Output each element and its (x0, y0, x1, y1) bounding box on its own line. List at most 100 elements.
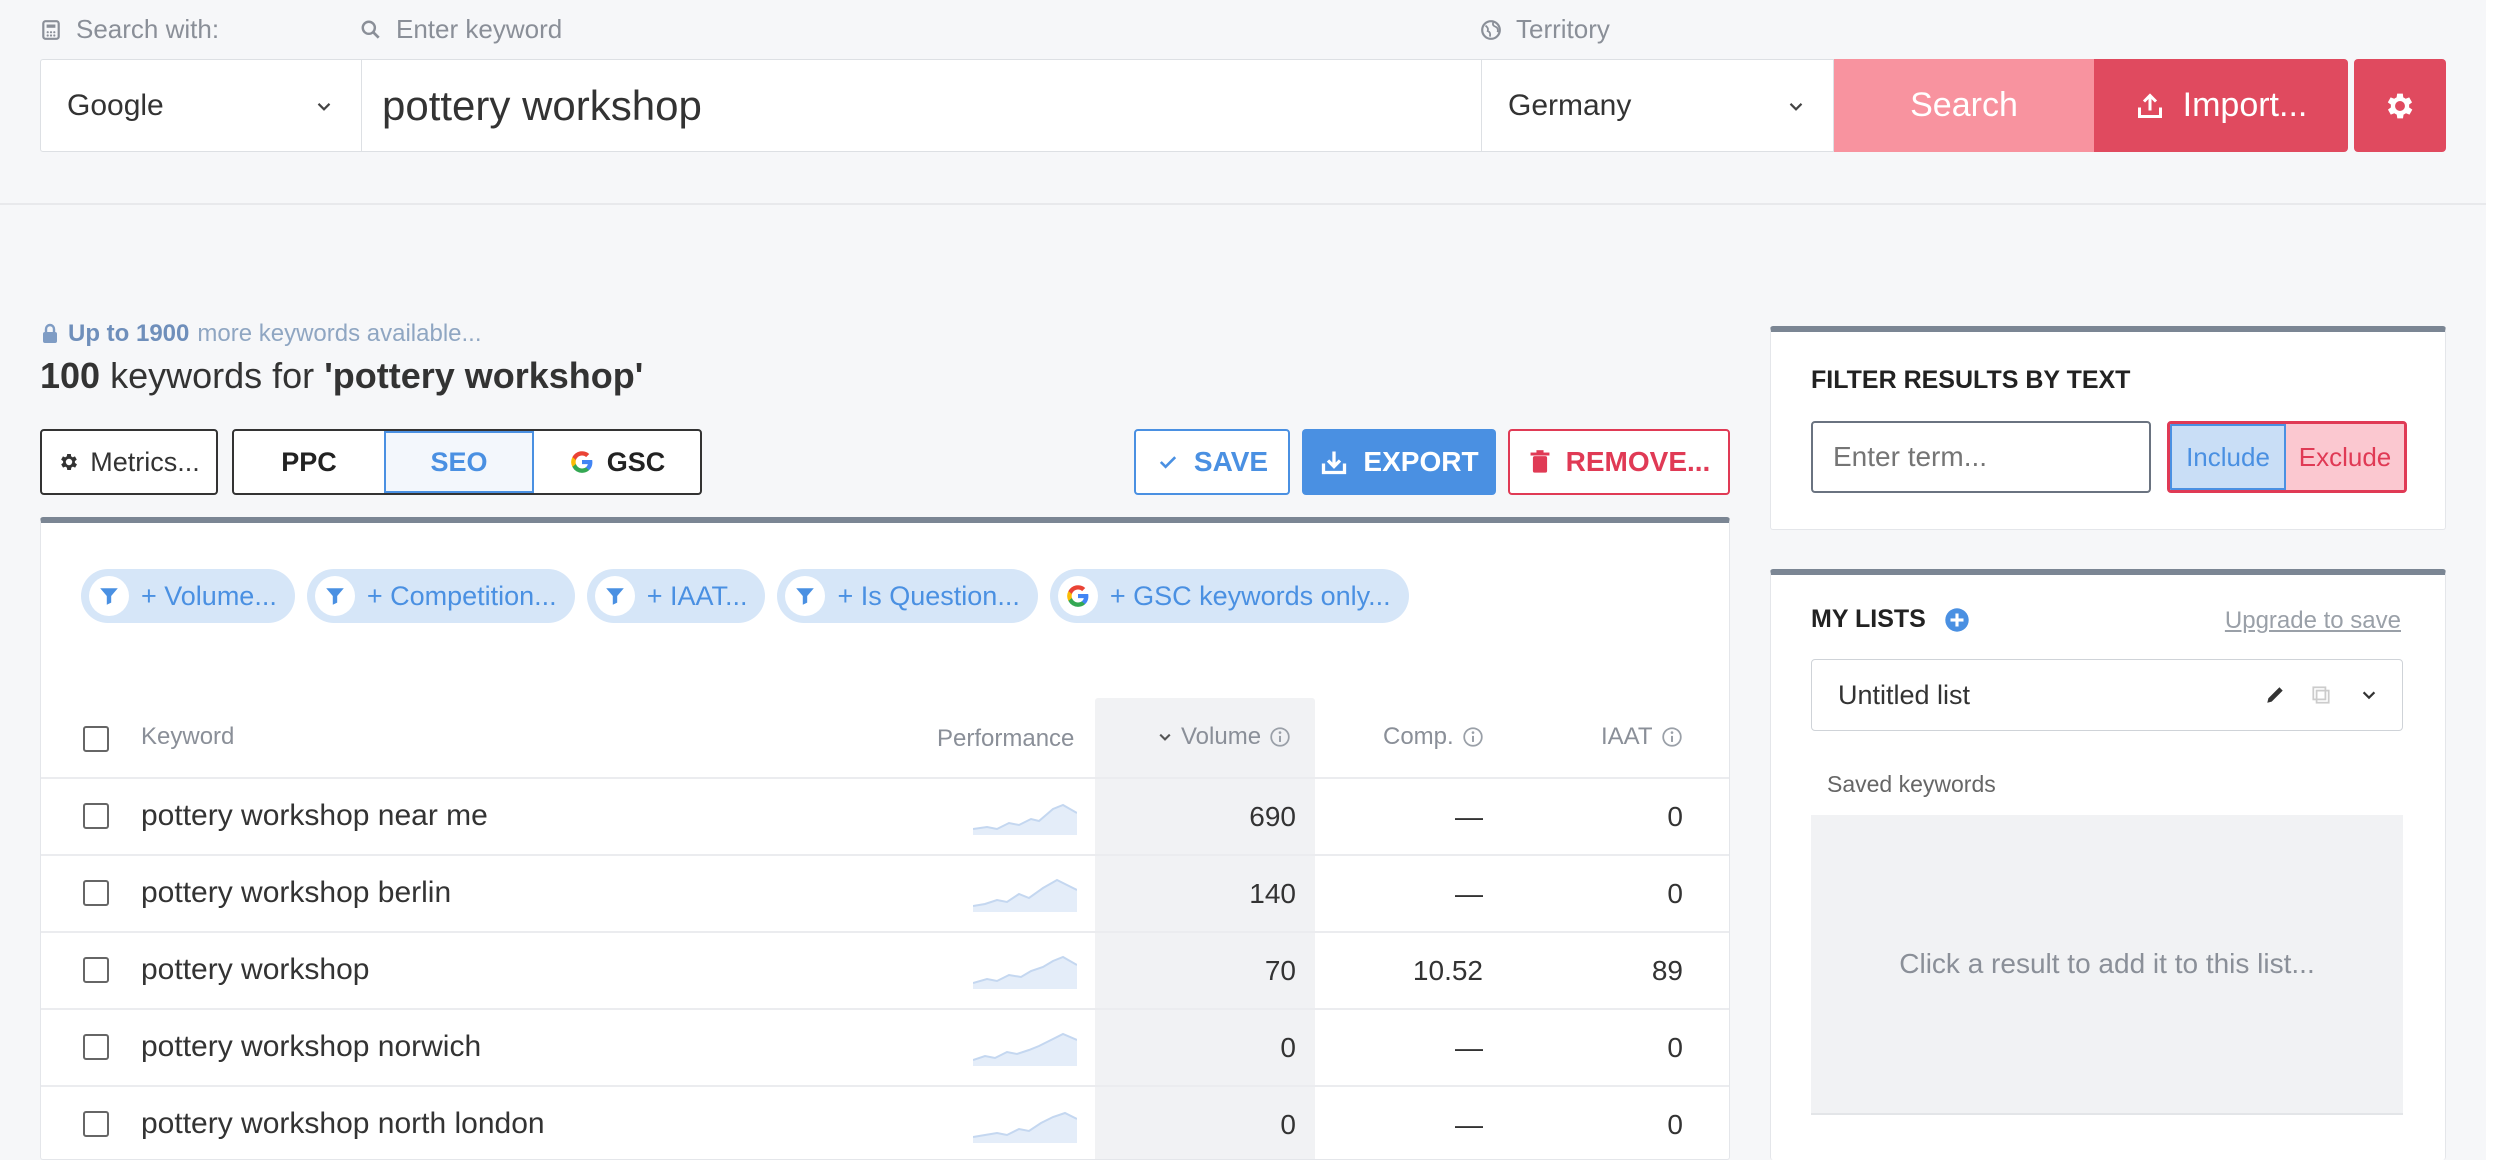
engine-select[interactable]: Google (40, 59, 362, 152)
iaat-cell: 0 (1667, 878, 1683, 909)
exclude-toggle[interactable]: Exclude (2286, 424, 2404, 490)
google-icon (570, 451, 593, 473)
keyword-cell: pottery workshop near me (141, 799, 488, 832)
filter-chips: + Volume... + Competition... + IAAT... +… (81, 569, 1409, 623)
metric-tabs: PPC SEO GSC (232, 429, 702, 495)
filter-term-input[interactable] (1811, 421, 2151, 493)
filter-icon (314, 576, 355, 616)
comp-column-header[interactable]: Comp. (1383, 723, 1484, 751)
row-checkbox[interactable] (83, 957, 109, 983)
info-icon[interactable] (1269, 726, 1291, 748)
filter-icon (785, 576, 826, 616)
search-toolbar: Search with: Enter keyword Territory Goo… (0, 0, 2486, 205)
info-icon[interactable] (1661, 726, 1683, 748)
row-checkbox[interactable] (83, 1111, 109, 1137)
chevron-down-icon[interactable] (2360, 686, 2378, 704)
volume-cell: 0 (1280, 1032, 1296, 1063)
territory-select[interactable]: Germany (1482, 59, 1834, 152)
keyword-cell: pottery workshop (141, 953, 370, 986)
pencil-icon[interactable] (2264, 684, 2286, 706)
add-list-icon[interactable] (1944, 607, 1970, 633)
save-button[interactable]: SAVE (1134, 429, 1290, 495)
lock-icon (43, 323, 57, 343)
table-row[interactable]: pottery workshop 70 10.52 89 (41, 931, 1729, 1008)
list-select[interactable]: Untitled list (1811, 659, 2403, 731)
performance-sparkline (973, 803, 1077, 835)
iaat-cell: 0 (1667, 801, 1683, 832)
chevron-down-icon (317, 102, 331, 111)
tab-ppc[interactable]: PPC (234, 431, 384, 493)
table-row[interactable]: pottery workshop north london 0 — 0 (41, 1085, 1729, 1159)
tab-gsc[interactable]: GSC (534, 431, 700, 493)
page-scrollbar[interactable] (2486, 0, 2520, 1160)
iaat-cell: 89 (1651, 955, 1683, 986)
saved-keywords-label: Saved keywords (1827, 771, 1996, 797)
filter-icon (89, 576, 129, 616)
volume-cell: 70 (1264, 955, 1296, 986)
upgrade-link[interactable]: Upgrade to save (2225, 607, 2401, 635)
table-row[interactable]: pottery workshop near me 690 — 0 (41, 777, 1729, 854)
volume-cell: 140 (1249, 878, 1296, 909)
empty-list-message: Click a result to add it to this list... (1899, 948, 2315, 979)
download-icon (1322, 451, 1347, 475)
info-icon[interactable] (1462, 726, 1484, 748)
include-toggle[interactable]: Include (2170, 424, 2286, 490)
search-icon (361, 20, 380, 39)
metrics-button[interactable]: Metrics... (40, 429, 218, 495)
volume-column-header[interactable]: Volume (1157, 723, 1291, 751)
row-checkbox[interactable] (83, 1034, 109, 1060)
table-row[interactable]: pottery workshop norwich 0 — 0 (41, 1008, 1729, 1085)
engine-label: Search with: (40, 14, 219, 45)
chevron-down-icon (1789, 102, 1803, 111)
filter-by-text-panel: FILTER RESULTS BY TEXT Include Exclude (1770, 326, 2446, 530)
calculator-icon (42, 19, 60, 40)
iaat-column-header[interactable]: IAAT (1601, 723, 1683, 751)
comp-cell: — (1455, 1032, 1483, 1063)
import-button[interactable]: Import... (2094, 59, 2348, 152)
row-checkbox[interactable] (83, 803, 109, 829)
filter-panel-title: FILTER RESULTS BY TEXT (1811, 366, 2131, 394)
gsc-only-filter-chip[interactable]: + GSC keywords only... (1049, 569, 1409, 623)
more-keywords-notice[interactable]: Up to 1900 more keywords available... (40, 320, 482, 348)
remove-button[interactable]: REMOVE... (1508, 429, 1730, 495)
comp-cell: — (1455, 878, 1483, 909)
select-all-checkbox[interactable] (83, 726, 109, 752)
volume-cell: 690 (1249, 801, 1296, 832)
my-lists-panel: MY LISTS Upgrade to save Untitled list S… (1770, 569, 2446, 1160)
is-question-filter-chip[interactable]: + Is Question... (777, 569, 1038, 623)
territory-label: Territory (1480, 14, 1610, 45)
upload-icon (2137, 92, 2162, 118)
iaat-filter-chip[interactable]: + IAAT... (586, 569, 766, 623)
gear-icon (2387, 93, 2413, 118)
performance-column-header: Performance (937, 725, 1075, 752)
volume-cell: 0 (1280, 1109, 1296, 1140)
sort-chevron-down-icon (1159, 733, 1171, 741)
copy-icon[interactable] (2310, 684, 2332, 706)
search-button[interactable]: Search (1834, 59, 2094, 152)
tab-seo[interactable]: SEO (384, 431, 534, 493)
results-table-card: + Volume... + Competition... + IAAT... +… (40, 517, 1730, 1160)
row-checkbox[interactable] (83, 880, 109, 906)
performance-sparkline (973, 1032, 1077, 1066)
keyword-column-header[interactable]: Keyword (141, 723, 234, 751)
competition-filter-chip[interactable]: + Competition... (306, 569, 575, 623)
saved-keywords-area: Click a result to add it to this list... (1811, 815, 2403, 1115)
keyword-input[interactable] (362, 59, 1482, 152)
filter-icon (594, 576, 635, 616)
table-row[interactable]: pottery workshop berlin 140 — 0 (41, 854, 1729, 931)
search-row: Google Germany Search Import... (40, 59, 2348, 152)
google-icon (1057, 576, 1098, 616)
export-button[interactable]: EXPORT (1302, 429, 1496, 495)
my-lists-header: MY LISTS (1811, 605, 1970, 634)
results-heading: 100 keywords for 'pottery workshop' (40, 355, 644, 396)
settings-button[interactable] (2354, 59, 2446, 152)
performance-sparkline (973, 878, 1077, 912)
keyword-cell: pottery workshop norwich (141, 1030, 482, 1063)
volume-filter-chip[interactable]: + Volume... (81, 569, 295, 623)
trash-icon (1530, 450, 1550, 473)
keyword-label: Enter keyword (360, 14, 562, 45)
include-exclude-toggle: Include Exclude (2167, 421, 2407, 493)
comp-cell: — (1455, 801, 1483, 832)
iaat-cell: 0 (1667, 1109, 1683, 1140)
gear-icon (61, 454, 78, 470)
